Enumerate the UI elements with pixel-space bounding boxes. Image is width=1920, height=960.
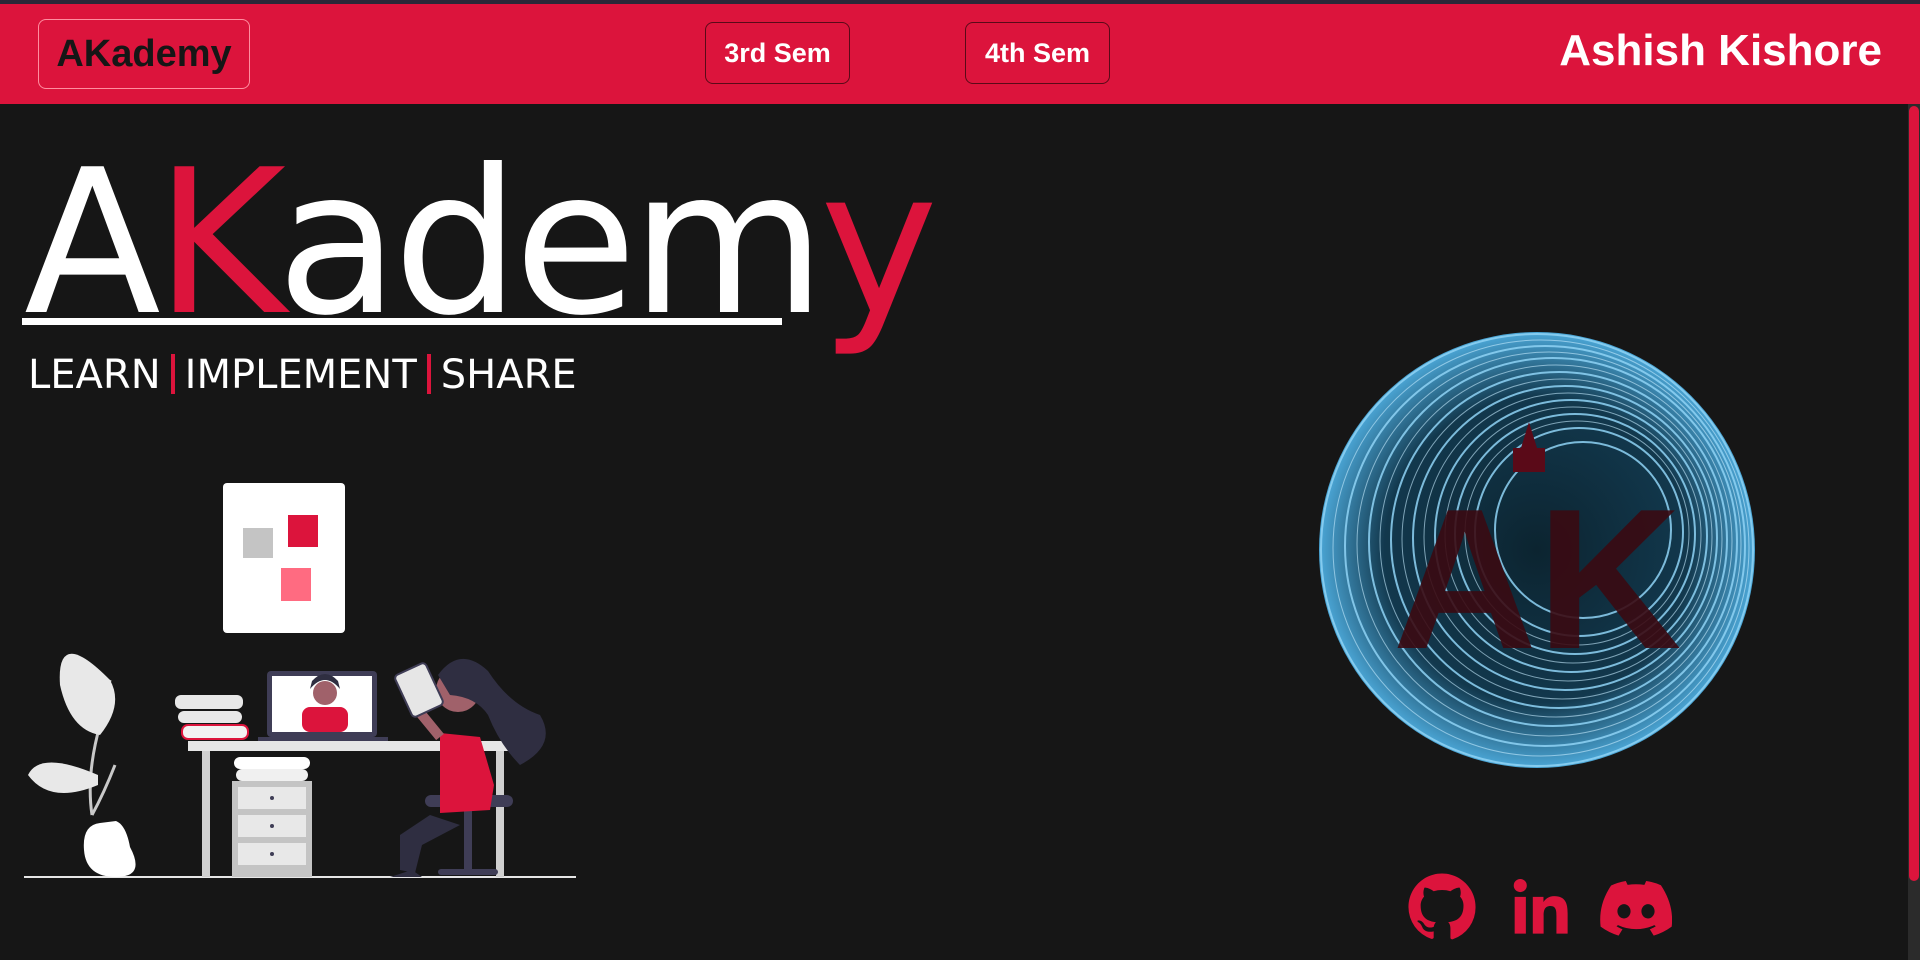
discord-link[interactable] [1594,872,1678,942]
scrollbar-thumb[interactable] [1909,106,1919,881]
linkedin-icon [1513,879,1568,934]
logo-letters-adem: adem [276,127,825,360]
book-stack [175,695,249,740]
akademy-logo: AKademy LEARN IMPLEMENT SHARE [18,144,938,410]
discord-icon [1600,881,1673,936]
person-studying-illustration [24,483,576,878]
laptop [258,671,388,742]
globe-emblem-text: AK [1393,468,1682,691]
logo-wordmark: AKademy [24,144,938,344]
tagline-divider [170,354,175,394]
nav-button-4th-sem[interactable]: 4th Sem [965,22,1110,84]
nav-button-3rd-sem[interactable]: 3rd Sem [705,22,850,84]
navbar: AKademy 3rd Sem 4th Sem Ashish Kishore [0,4,1920,104]
tagline-divider [426,354,431,394]
brand-button[interactable]: AKademy [38,19,250,89]
tagline: LEARN IMPLEMENT SHARE [28,352,577,400]
plant [28,653,136,877]
github-link[interactable] [1400,872,1484,942]
github-icon [1408,873,1476,940]
tagline-implement: IMPLEMENT [184,352,417,398]
floating-card [223,483,345,633]
tagline-share: SHARE [440,352,577,398]
linkedin-link[interactable] [1498,872,1582,942]
logo-underline [22,318,782,325]
ak-emblem-globe: AK [1319,332,1755,768]
tagline-learn: LEARN [28,352,161,398]
logo-letter-y: y [819,127,938,360]
logo-letter-a: A [24,127,161,360]
logo-letter-k: K [154,127,283,360]
author-name: Ashish Kishore [1559,26,1882,75]
